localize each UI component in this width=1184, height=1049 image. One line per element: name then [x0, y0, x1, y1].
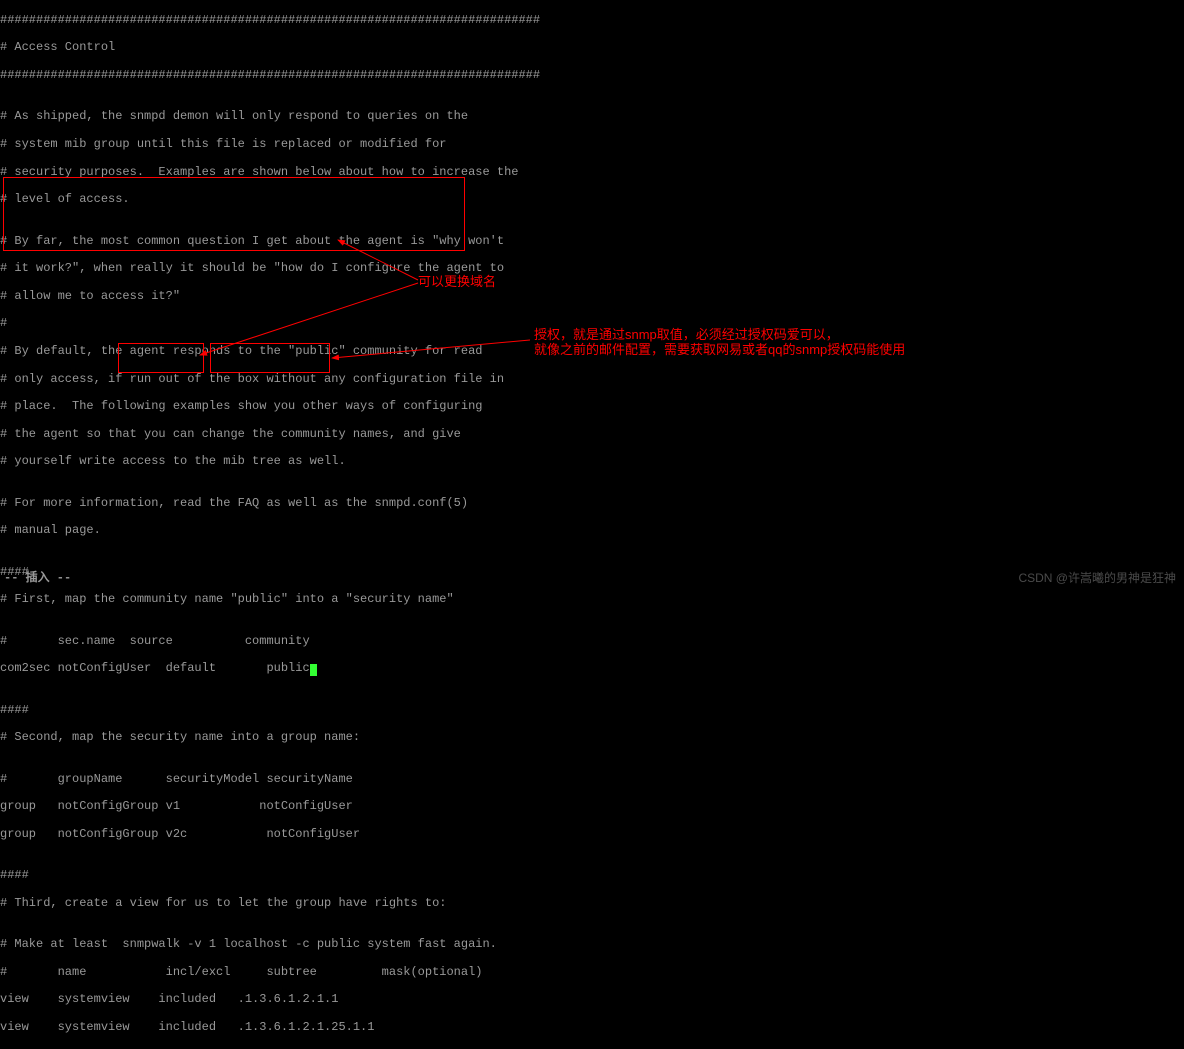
config-line-cursor[interactable]: com2sec notConfigUser default public	[0, 662, 1184, 676]
config-line: # system mib group until this file is re…	[0, 138, 1184, 152]
config-line: # place. The following examples show you…	[0, 400, 1184, 414]
config-line: # manual page.	[0, 524, 1184, 538]
config-line: # yourself write access to the mib tree …	[0, 455, 1184, 469]
config-line: # sec.name source community	[0, 635, 1184, 649]
config-line: # Third, create a view for us to let the…	[0, 897, 1184, 911]
config-line: ####	[0, 566, 1184, 580]
config-line: # only access, if run out of the box wit…	[0, 373, 1184, 387]
config-line: # allow me to access it?"	[0, 290, 1184, 304]
config-line: #	[0, 317, 1184, 331]
config-line: # As shipped, the snmpd demon will only …	[0, 110, 1184, 124]
config-line: # security purposes. Examples are shown …	[0, 166, 1184, 180]
config-value: com2sec notConfigUser default public	[0, 661, 310, 675]
cursor	[310, 664, 317, 676]
config-line: ####	[0, 704, 1184, 718]
config-line: # level of access.	[0, 193, 1184, 207]
config-line: # For more information, read the FAQ as …	[0, 497, 1184, 511]
config-line: # name incl/excl subtree mask(optional)	[0, 966, 1184, 980]
config-line: # First, map the community name "public"…	[0, 593, 1184, 607]
config-line: ########################################…	[0, 14, 1184, 28]
terminal-output: ########################################…	[0, 0, 1184, 1049]
config-line: view systemview included .1.3.6.1.2.1.25…	[0, 1021, 1184, 1035]
vim-mode-status: -- 插入 --	[4, 572, 71, 586]
config-line: # the agent so that you can change the c…	[0, 428, 1184, 442]
config-line: # groupName securityModel securityName	[0, 773, 1184, 787]
config-line: # By default, the agent responds to the …	[0, 345, 1184, 359]
config-line: ########################################…	[0, 69, 1184, 83]
config-line: ####	[0, 869, 1184, 883]
config-line: # Access Control	[0, 41, 1184, 55]
config-line: # Make at least snmpwalk -v 1 localhost …	[0, 938, 1184, 952]
config-line: group notConfigGroup v1 notConfigUser	[0, 800, 1184, 814]
config-line: # By far, the most common question I get…	[0, 235, 1184, 249]
config-line: # Second, map the security name into a g…	[0, 731, 1184, 745]
config-line: # it work?", when really it should be "h…	[0, 262, 1184, 276]
config-line: view systemview included .1.3.6.1.2.1.1	[0, 993, 1184, 1007]
watermark-text: CSDN @许嵩曦的男神是狂神	[1018, 572, 1176, 586]
config-line: group notConfigGroup v2c notConfigUser	[0, 828, 1184, 842]
